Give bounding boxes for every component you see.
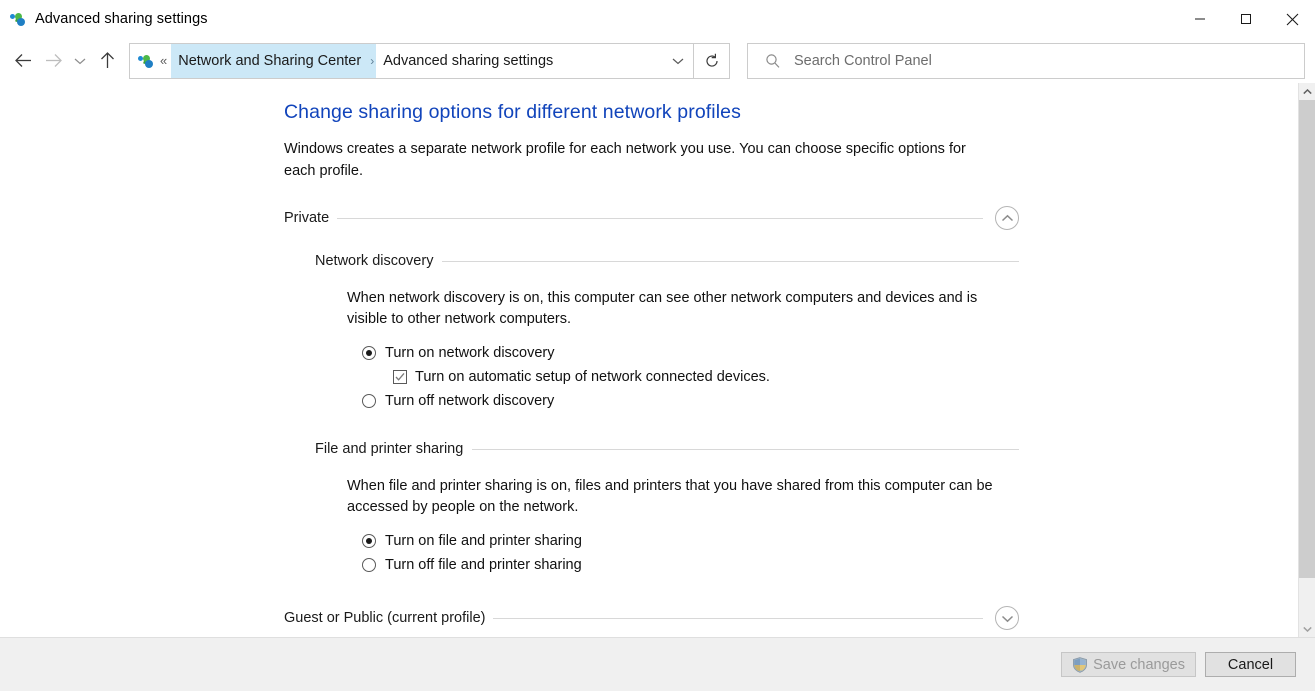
breadcrumb-item-advanced-sharing-settings[interactable]: Advanced sharing settings xyxy=(376,44,560,78)
back-button[interactable] xyxy=(8,46,38,76)
radio-on-icon[interactable] xyxy=(362,534,376,548)
section-label-network-discovery: Network discovery xyxy=(315,253,442,269)
uac-shield-icon xyxy=(1072,657,1088,673)
option-label: Turn on automatic setup of network conne… xyxy=(415,369,770,385)
maximize-button[interactable] xyxy=(1223,0,1269,38)
radio-off-icon[interactable] xyxy=(362,394,376,408)
settings-scroll-area: Change sharing options for different net… xyxy=(0,83,1298,637)
address-network-sharing-icon xyxy=(138,53,154,69)
radio-on-icon[interactable] xyxy=(362,346,376,360)
section-header-file-and-printer-sharing: File and printer sharing xyxy=(315,438,1019,460)
option-label: Turn on network discovery xyxy=(385,345,555,361)
section-header-network-discovery: Network discovery xyxy=(315,250,1019,272)
section-description-network-discovery: When network discovery is on, this compu… xyxy=(347,288,997,330)
cancel-label: Cancel xyxy=(1228,657,1273,673)
option-automatic-setup[interactable]: Turn on automatic setup of network conne… xyxy=(393,366,1019,388)
minimize-button[interactable] xyxy=(1177,0,1223,38)
scroll-up-icon[interactable] xyxy=(1299,83,1315,100)
checkbox-checked-icon[interactable] xyxy=(393,370,407,384)
advanced-sharing-settings-window: Advanced sharing settings xyxy=(0,0,1315,691)
section-description-file-and-printer-sharing: When file and printer sharing is on, fil… xyxy=(347,476,997,518)
options-file-and-printer-sharing: Turn on file and printer sharing Turn of… xyxy=(362,530,1019,576)
cancel-button[interactable]: Cancel xyxy=(1205,652,1296,677)
save-changes-button[interactable]: Save changes xyxy=(1061,652,1196,677)
search-control-panel-box[interactable] xyxy=(747,43,1305,79)
network-sharing-icon xyxy=(10,11,26,27)
window-title: Advanced sharing settings xyxy=(35,11,208,27)
option-label: Turn off network discovery xyxy=(385,393,554,409)
option-turn-on-file-and-printer-sharing[interactable]: Turn on file and printer sharing xyxy=(362,530,1019,552)
option-turn-off-file-and-printer-sharing[interactable]: Turn off file and printer sharing xyxy=(362,554,1019,576)
window-controls xyxy=(1177,0,1315,38)
breadcrumb-separator[interactable]: › xyxy=(368,44,376,78)
recent-locations-button[interactable] xyxy=(68,46,92,76)
title-bar: Advanced sharing settings xyxy=(0,0,1315,38)
forward-button[interactable] xyxy=(38,46,68,76)
option-label: Turn on file and printer sharing xyxy=(385,533,582,549)
breadcrumb-overflow[interactable]: « xyxy=(160,53,167,68)
option-label: Turn off file and printer sharing xyxy=(385,557,582,573)
profile-header-guest-or-public[interactable]: Guest or Public (current profile) xyxy=(284,604,1019,632)
chevron-up-icon[interactable] xyxy=(995,206,1019,230)
options-network-discovery: Turn on network discovery Turn on automa… xyxy=(362,342,1019,412)
address-dropdown-button[interactable] xyxy=(663,44,693,78)
option-turn-on-network-discovery[interactable]: Turn on network discovery xyxy=(362,342,1019,364)
profile-rule xyxy=(337,218,983,219)
section-label-file-and-printer-sharing: File and printer sharing xyxy=(315,441,472,457)
up-button[interactable] xyxy=(92,46,122,76)
scroll-down-icon[interactable] xyxy=(1299,620,1315,637)
content-region: Change sharing options for different net… xyxy=(0,83,1315,637)
refresh-button[interactable] xyxy=(694,43,730,79)
section-rule xyxy=(472,449,1019,450)
profile-header-private[interactable]: Private xyxy=(284,204,1019,232)
save-changes-label: Save changes xyxy=(1093,657,1185,673)
address-bar[interactable]: « Network and Sharing Center › Advanced … xyxy=(129,43,694,79)
page-description: Windows creates a separate network profi… xyxy=(284,138,990,182)
vertical-scrollbar[interactable] xyxy=(1298,83,1315,637)
profile-rule xyxy=(493,618,983,619)
scrollbar-track[interactable] xyxy=(1299,100,1315,620)
dialog-footer: Save changes Cancel xyxy=(0,637,1315,691)
breadcrumb-item-network-and-sharing-center[interactable]: Network and Sharing Center xyxy=(171,44,368,78)
radio-off-icon[interactable] xyxy=(362,558,376,572)
search-input[interactable] xyxy=(790,45,1304,77)
chevron-down-icon[interactable] xyxy=(995,606,1019,630)
navigation-bar: « Network and Sharing Center › Advanced … xyxy=(0,38,1315,83)
address-bar-spacer xyxy=(560,44,663,78)
page-title: Change sharing options for different net… xyxy=(284,101,1019,124)
close-button[interactable] xyxy=(1269,0,1315,38)
section-rule xyxy=(442,261,1019,262)
scrollbar-thumb[interactable] xyxy=(1299,100,1315,578)
option-turn-off-network-discovery[interactable]: Turn off network discovery xyxy=(362,390,1019,412)
profile-label-private: Private xyxy=(284,210,337,226)
profile-label-guest-or-public: Guest or Public (current profile) xyxy=(284,610,493,626)
search-icon xyxy=(756,44,790,78)
